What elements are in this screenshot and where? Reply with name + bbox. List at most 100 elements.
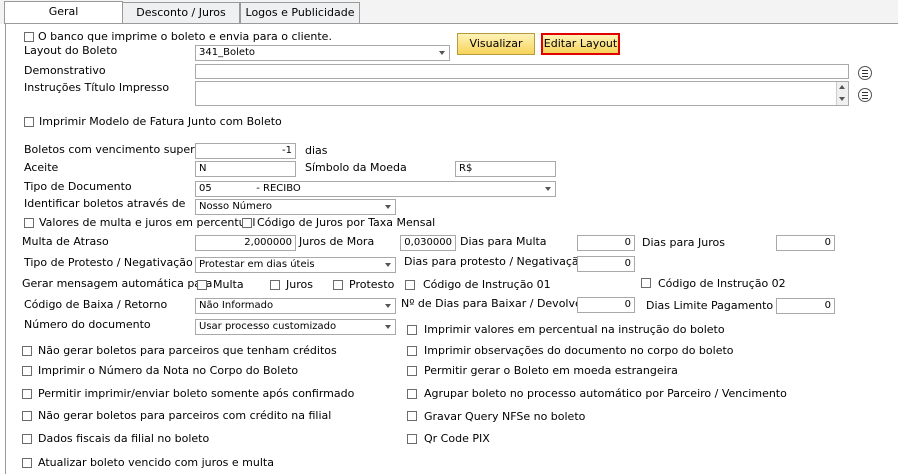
valores-multa-perc-label: Valores de multa e juros em percentual [39,216,256,229]
msg-protesto-label: Protesto [349,278,395,291]
banco-imprime-checkbox[interactable] [24,32,34,42]
msg-protesto-checkbox[interactable] [333,280,343,290]
instrucoes-menu-icon[interactable] [858,88,872,102]
identificar-label: Identificar boletos através de [24,197,186,210]
codigo-juros-taxa-label: Código de Juros por Taxa Mensal [257,216,436,229]
visualizar-button[interactable]: Visualizar [457,33,535,55]
simbolo-moeda-label: Símbolo da Moeda [305,161,407,174]
boletos-venc-label: Boletos com vencimento superior [24,143,209,156]
codigo-baixa-select[interactable]: Não Informado [195,298,396,314]
dias-limite-input[interactable]: 0 [776,298,835,314]
gerar-mensagem-label: Gerar mensagem automática para [22,277,213,290]
chevron-down-icon [385,304,391,308]
tab-desconto-juros[interactable]: Desconto / Juros [122,2,240,23]
aceite-input[interactable]: N [195,161,296,177]
right-check-1-label: Imprimir observações do documento no cor… [424,344,734,357]
right-check-5-checkbox[interactable] [407,434,417,444]
codigo-baixa-value: Não Informado [199,300,274,311]
tipo-documento-label: Tipo de Documento [24,180,132,193]
dias-protesto-label: Dias para protesto / Negativação [404,255,586,268]
left-check-1-label: Imprimir o Número da Nota no Corpo do Bo… [38,364,299,377]
right-check-4-checkbox[interactable] [407,411,417,421]
tab-geral[interactable]: Geral [4,1,123,24]
dias-multa-input[interactable]: 0 [577,235,635,251]
tipo-protesto-select[interactable]: Protestar em dias úteis [195,257,396,273]
tab-logos-publicidade[interactable]: Logos e Publicidade [240,2,360,23]
right-check-4-label: Gravar Query NFSe no boleto [424,410,586,423]
layout-boleto-label: Layout do Boleto [24,44,118,57]
dias-juros-input[interactable]: 0 [776,235,835,251]
right-check-0-label: Imprimir valores em percentual na instru… [424,323,725,336]
instrucoes-textarea[interactable] [195,81,849,106]
tipo-protesto-label: Tipo de Protesto / Negativação [24,256,193,269]
numero-documento-value: Usar processo customizado [199,321,337,332]
codigo-instrucao-02-checkbox[interactable] [641,278,651,288]
simbolo-moeda-input[interactable]: R$ [455,161,556,177]
chevron-down-icon [545,187,551,191]
tipo-protesto-value: Protestar em dias úteis [199,259,315,270]
dias-protesto-input[interactable]: 0 [577,256,635,272]
right-check-3-checkbox[interactable] [407,389,417,399]
codigo-instrucao-01-checkbox[interactable] [405,280,415,290]
numero-documento-select[interactable]: Usar processo customizado [195,319,396,335]
codigo-instrucao-01-label: Código de Instrução 01 [423,278,551,291]
scroll-down-icon[interactable] [839,97,845,101]
codigo-baixa-label: Código de Baixa / Retorno [24,298,168,311]
left-check-4-label: Dados fiscais da filial no boleto [38,432,210,445]
imprimir-modelo-label: Imprimir Modelo de Fatura Junto com Bole… [39,115,282,128]
chevron-down-icon [439,51,445,55]
codigo-instrucao-02-label: Código de Instrução 02 [658,277,786,290]
left-check-2-checkbox[interactable] [22,389,32,399]
dias-baixar-label: Nº de Dias para Baixar / Devolver [401,297,587,310]
juros-mora-label: Juros de Mora [299,235,375,248]
chevron-down-icon [385,205,391,209]
right-check-0-checkbox[interactable] [407,325,417,335]
right-check-5-label: Qr Code PIX [424,432,490,445]
boletos-venc-input[interactable]: -1 [195,143,296,159]
instrucoes-label: Instruções Título Impresso [24,81,170,94]
dias-juros-label: Dias para Juros [642,236,725,249]
numero-documento-label: Número do documento [24,318,151,331]
multa-atraso-input[interactable]: 2,000000 [195,235,296,251]
valores-multa-perc-checkbox[interactable] [24,218,34,228]
dias-multa-label: Dias para Multa [460,235,547,248]
banco-imprime-label: O banco que imprime o boleto e envia par… [38,30,332,43]
boletos-venc-suffix: dias [305,144,328,157]
demonstrativo-menu-icon[interactable] [858,66,872,80]
multa-atraso-label: Multa de Atraso [22,235,109,248]
left-check-5-label: Atualizar boleto vencido com juros e mul… [38,456,274,469]
identificar-select[interactable]: Nosso Número [195,199,396,215]
scroll-up-icon[interactable] [839,85,845,89]
dias-baixar-input[interactable]: 0 [577,297,635,313]
tipo-documento-select[interactable]: 05 - RECIBO [195,181,556,197]
left-check-0-label: Não gerar boletos para parceiros que ten… [38,344,337,357]
right-check-3-label: Agrupar boleto no processo automático po… [424,387,787,400]
chevron-down-icon [385,325,391,329]
aceite-label: Aceite [24,161,59,174]
juros-mora-input[interactable]: 0,030000 [400,235,456,251]
right-check-1-checkbox[interactable] [407,346,417,356]
instrucoes-scrollbar[interactable] [836,82,848,105]
msg-juros-checkbox[interactable] [270,280,280,290]
msg-multa-label: Multa [213,278,244,291]
msg-multa-checkbox[interactable] [197,280,207,290]
left-check-3-checkbox[interactable] [22,411,32,421]
identificar-value: Nosso Número [199,201,273,212]
left-check-5-checkbox[interactable] [22,458,32,468]
demonstrativo-input[interactable] [195,64,849,79]
editar-layout-button[interactable]: Editar Layout [541,33,620,55]
tab-bar: Geral Desconto / Juros Logos e Publicida… [0,0,898,24]
codigo-juros-taxa-checkbox[interactable] [242,218,252,228]
left-check-1-checkbox[interactable] [22,366,32,376]
left-check-0-checkbox[interactable] [22,346,32,356]
layout-boleto-select[interactable]: 341_Boleto [195,45,450,61]
right-check-2-checkbox[interactable] [407,366,417,376]
left-check-2-label: Permitir imprimir/enviar boleto somente … [38,387,355,400]
left-check-4-checkbox[interactable] [22,434,32,444]
chevron-down-icon [385,263,391,267]
msg-juros-label: Juros [286,278,313,291]
right-check-2-label: Permitir gerar o Boleto em moeda estrang… [424,364,678,377]
imprimir-modelo-checkbox[interactable] [24,117,34,127]
left-check-3-label: Não gerar boletos para parceiros com cré… [38,409,332,422]
demonstrativo-label: Demonstrativo [24,64,106,77]
